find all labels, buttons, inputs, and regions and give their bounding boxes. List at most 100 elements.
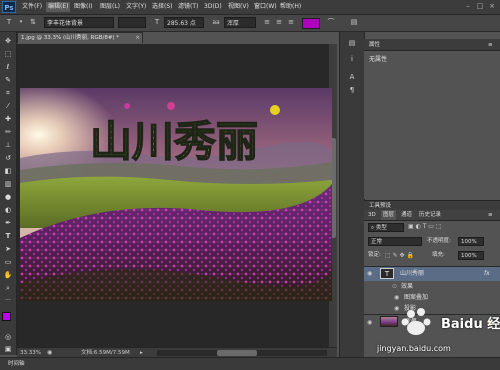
character-panel-icon[interactable]: ▤	[348, 17, 360, 28]
align-center-icon[interactable]: ≡	[274, 17, 284, 28]
menu-type[interactable]: 文字(Y)	[124, 2, 148, 12]
text-layer-thumbnail: T	[380, 268, 394, 279]
watermark-brand: Baidu 经验	[441, 317, 500, 332]
fill-label: 填充:	[432, 252, 445, 258]
menu-filter[interactable]: 滤镜(T)	[176, 2, 200, 12]
eraser-tool-icon[interactable]: ◧	[2, 166, 14, 176]
visibility-eye-icon[interactable]: ◉	[367, 317, 372, 328]
pen-tool-icon[interactable]: ✒	[2, 218, 14, 228]
text-color-swatch[interactable]	[302, 18, 320, 29]
fill-field[interactable]: 100%	[458, 251, 484, 260]
font-size-field[interactable]: 285.63 点	[164, 17, 204, 28]
properties-content: 无属性	[369, 56, 388, 63]
screen-mode-icon[interactable]: ▣	[2, 344, 14, 354]
type-tool-icon[interactable]: T	[2, 231, 14, 241]
layer-effects-row[interactable]: ⊙ 效果	[364, 281, 500, 292]
maximize-button[interactable]: □	[475, 2, 485, 11]
lock-label: 锁定:	[368, 252, 381, 258]
antialias-select[interactable]: 浑厚	[224, 17, 256, 28]
menu-bar: Ps 文件(F) 编辑(E) 图像(I) 图层(L) 文字(Y) 选择(S) 滤…	[0, 0, 500, 15]
visibility-eye-icon[interactable]: ◉	[367, 268, 372, 279]
crop-tool-icon[interactable]: ⌗	[2, 88, 14, 98]
timeline-tab[interactable]: 时间轴	[8, 359, 25, 369]
foreground-color-swatch[interactable]	[2, 312, 11, 321]
font-size-icon: T	[154, 18, 160, 26]
menu-3d[interactable]: 3D(D)	[202, 2, 224, 12]
paragraph-icon[interactable]: ¶	[346, 85, 358, 95]
landscape-photo: 山川秀丽	[20, 88, 332, 301]
align-right-icon[interactable]: ≡	[286, 17, 296, 28]
properties-panel	[364, 39, 500, 199]
opacity-label: 不透明度:	[427, 238, 451, 244]
layer-filter-kind-select[interactable]: ⌕ 类型	[368, 223, 404, 232]
info-icon[interactable]: i	[346, 54, 358, 64]
tab-3d[interactable]: 3D	[368, 210, 376, 220]
close-document-icon[interactable]: ×	[135, 33, 140, 43]
opacity-field[interactable]: 100%	[458, 237, 484, 246]
filter-pixel-icon[interactable]: ▣ ◐ T ▭ ⬚	[408, 223, 442, 230]
effects-label: 效果	[401, 283, 414, 290]
menu-window[interactable]: 窗口(W)	[252, 2, 279, 12]
menu-help[interactable]: 帮助(H)	[278, 2, 303, 12]
type-tool-preset-icon[interactable]: T	[3, 17, 15, 28]
minimize-button[interactable]: –	[463, 2, 473, 11]
photoshop-logo: Ps	[2, 1, 16, 13]
blur-tool-icon[interactable]: ●	[2, 192, 14, 202]
properties-panel-header: 属性 ≡	[364, 39, 500, 51]
menu-layer[interactable]: 图层(L)	[98, 2, 122, 12]
tools-panel: ✥ ⬚ ℓ ✎ ⌗ ⁄ ✚ ✏ ⊥ ↺ ◧ ▥ ● ◐ ✒ T ➤ ▭ ✋ ⌕ …	[0, 32, 17, 355]
tab-channels[interactable]: 通道	[401, 210, 412, 220]
baidu-jingyan-watermark: Baidu 经验 jingyan.baidu.com	[375, 300, 500, 360]
layer-name[interactable]: 山川秀丽	[400, 268, 424, 279]
tab-layers[interactable]: 图层	[381, 210, 397, 220]
document-canvas-image[interactable]: 山川秀丽	[20, 88, 332, 301]
history-icon[interactable]: ▤	[346, 38, 358, 48]
history-brush-tool-icon[interactable]: ↺	[2, 153, 14, 163]
document-tab-title: 1.jpg @ 33.3% (山川秀丽, RGB/8#) *	[21, 35, 120, 41]
gradient-tool-icon[interactable]: ▥	[2, 179, 14, 189]
zoom-tool-icon[interactable]: ⌕	[2, 283, 14, 293]
properties-tab[interactable]: 属性	[369, 40, 380, 50]
lasso-tool-icon[interactable]: ℓ	[2, 62, 14, 72]
horizontal-scrollbar-thumb[interactable]	[217, 350, 257, 356]
menu-edit[interactable]: 编辑(E)	[46, 2, 71, 12]
effects-icon: ⊙	[392, 283, 398, 290]
font-style-select[interactable]	[118, 17, 146, 28]
text-orientation-icon[interactable]: ⇅	[28, 17, 38, 28]
dodge-tool-icon[interactable]: ◐	[2, 205, 14, 215]
close-window-button[interactable]: ×	[487, 2, 497, 11]
fx-icon[interactable]: fx	[484, 268, 490, 279]
menu-select[interactable]: 选择(S)	[150, 2, 175, 12]
quick-mask-icon[interactable]: ◎	[2, 332, 14, 342]
font-family-select[interactable]: 李丰花体背景	[44, 17, 114, 28]
options-bar: T ▾ ⇅ 李丰花体背景 T 285.63 点 aa 浑厚 ≡ ≡ ≡ ⌒ ▤	[0, 15, 500, 32]
character-icon[interactable]: A	[346, 72, 358, 82]
tab-history[interactable]: 历史记录	[419, 210, 441, 220]
move-tool-icon[interactable]: ✥	[2, 36, 14, 46]
healing-brush-tool-icon[interactable]: ✚	[2, 114, 14, 124]
eyedropper-tool-icon[interactable]: ⁄	[2, 101, 14, 111]
hand-tool-icon[interactable]: ✋	[2, 270, 14, 280]
menu-view[interactable]: 视图(V)	[226, 2, 251, 12]
more-tools-icon[interactable]: ···	[2, 296, 14, 306]
menu-file[interactable]: 文件(F)	[20, 2, 44, 12]
brush-tool-icon[interactable]: ✏	[2, 127, 14, 137]
panel-menu-icon[interactable]: ≡	[488, 40, 493, 50]
marquee-tool-icon[interactable]: ⬚	[2, 49, 14, 59]
document-tab[interactable]: 1.jpg @ 33.3% (山川秀丽, RGB/8#) * ×	[17, 32, 143, 43]
path-selection-tool-icon[interactable]: ➤	[2, 244, 14, 254]
quick-select-tool-icon[interactable]: ✎	[2, 75, 14, 85]
headline-text[interactable]: 山川秀丽	[89, 116, 258, 166]
clone-stamp-tool-icon[interactable]: ⊥	[2, 140, 14, 150]
chevron-down-icon[interactable]: ▾	[17, 17, 25, 28]
warp-text-icon[interactable]: ⌒	[326, 17, 336, 28]
layers-panel-tabs: 3D 图层 通道 历史记录 ≡	[364, 210, 500, 221]
menu-image[interactable]: 图像(I)	[72, 2, 94, 12]
panel-menu-icon[interactable]: ≡	[488, 210, 493, 220]
antialias-icon: aa	[212, 19, 220, 26]
align-left-icon[interactable]: ≡	[262, 17, 272, 28]
layer-row-text[interactable]: ◉ T 山川秀丽 fx	[364, 266, 500, 281]
rectangle-tool-icon[interactable]: ▭	[2, 257, 14, 267]
blend-mode-select[interactable]: 正常	[368, 237, 422, 246]
lock-options-icon[interactable]: ⬚ ✎ ✥ 🔒	[385, 251, 414, 260]
